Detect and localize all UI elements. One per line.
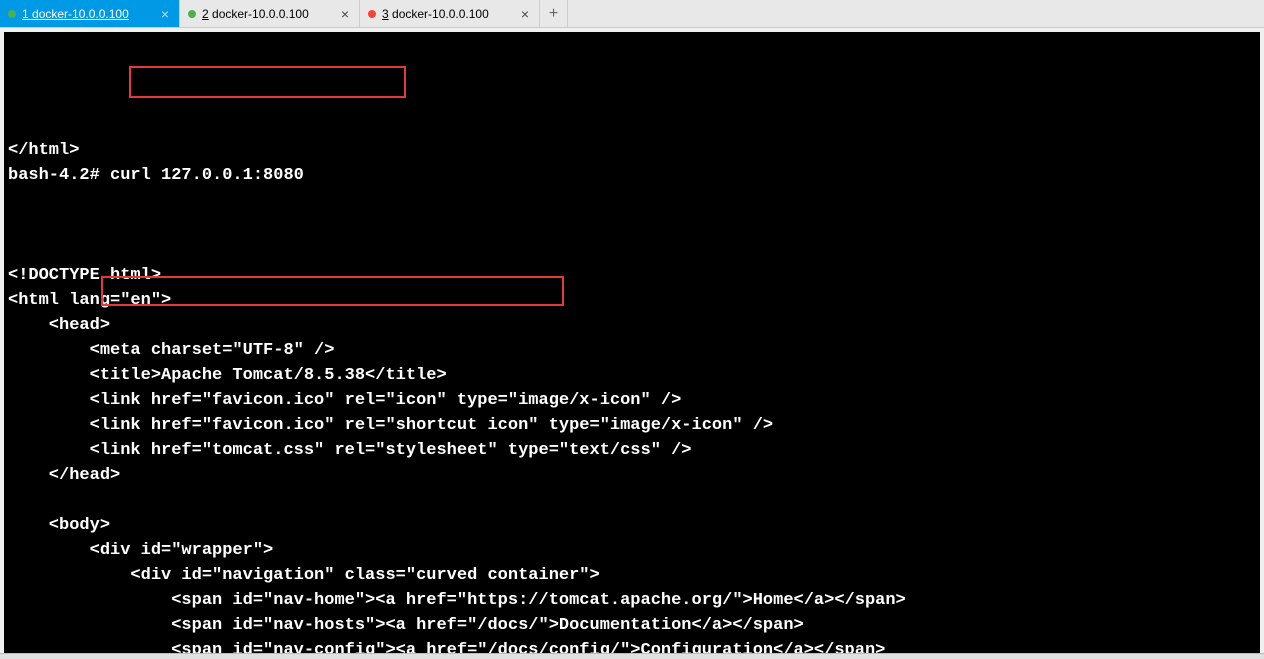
close-icon[interactable]: × <box>339 7 351 21</box>
close-icon[interactable]: × <box>159 7 171 21</box>
tab-1[interactable]: 1 docker-10.0.0.100 × <box>0 0 180 27</box>
tab-2[interactable]: 2 docker-10.0.0.100 × <box>180 0 360 27</box>
tab-label: 1 docker-10.0.0.100 <box>22 7 153 21</box>
tab-label: 3 docker-10.0.0.100 <box>382 7 513 21</box>
tab-number: 1 <box>22 7 29 21</box>
tab-number: 3 <box>382 7 389 21</box>
status-bar <box>0 653 1264 659</box>
annotation-box <box>129 66 406 98</box>
new-tab-button[interactable]: + <box>540 0 568 27</box>
status-dot-icon <box>8 10 16 18</box>
tab-label: 2 docker-10.0.0.100 <box>202 7 333 21</box>
app-window: 1 docker-10.0.0.100 × 2 docker-10.0.0.10… <box>0 0 1264 659</box>
close-icon[interactable]: × <box>519 7 531 21</box>
tab-3[interactable]: 3 docker-10.0.0.100 × <box>360 0 540 27</box>
terminal-output[interactable]: </html> bash-4.2# curl 127.0.0.1:8080 <!… <box>4 32 1260 653</box>
status-dot-icon <box>368 10 376 18</box>
tab-bar: 1 docker-10.0.0.100 × 2 docker-10.0.0.10… <box>0 0 1264 28</box>
tab-number: 2 <box>202 7 209 21</box>
status-dot-icon <box>188 10 196 18</box>
